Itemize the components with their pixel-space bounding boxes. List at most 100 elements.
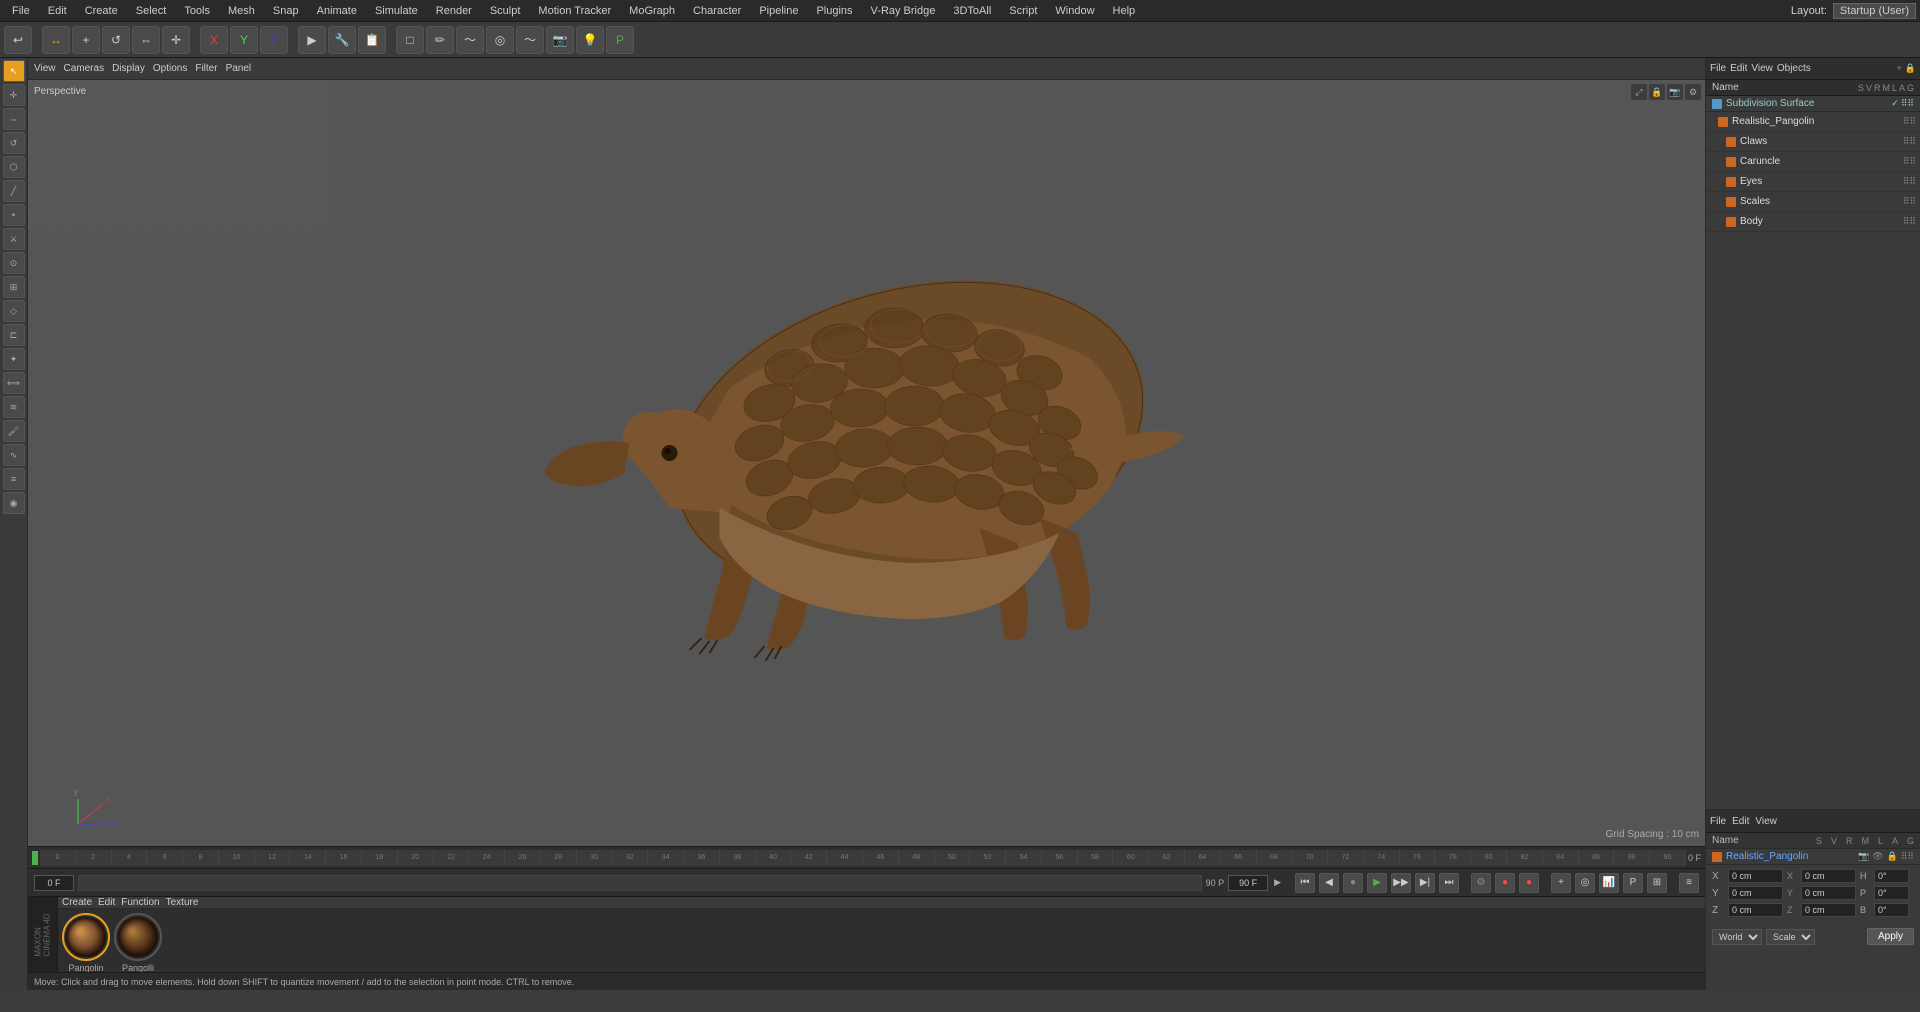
current-frame-input[interactable]	[34, 875, 74, 891]
python-btn[interactable]: P	[606, 26, 634, 54]
menu-motion-tracker[interactable]: Motion Tracker	[530, 3, 619, 19]
material-item-1[interactable]: Pangolli	[114, 913, 162, 973]
menu-character[interactable]: Character	[685, 3, 749, 19]
scale-btn[interactable]: ⇔	[132, 26, 160, 54]
object-row-subdiv[interactable]: Subdivision Surface ✓ ⠿⠿	[1706, 96, 1920, 112]
spline-btn[interactable]: 〜	[456, 26, 484, 54]
viewport-3d[interactable]: Perspective ⤢ 🔒 📷 ⚙ Grid Spacing : 10 cm…	[28, 80, 1705, 846]
menu-help[interactable]: Help	[1105, 3, 1144, 19]
render-queue-btn[interactable]: 📋	[358, 26, 386, 54]
deform-btn[interactable]: 〜	[516, 26, 544, 54]
apply-button[interactable]: Apply	[1867, 928, 1914, 945]
vp-tb-view[interactable]: View	[34, 63, 56, 74]
prev-frame-btn[interactable]: ◀	[1319, 873, 1339, 893]
rp-btn-plus[interactable]: +	[1897, 63, 1902, 74]
material-item-0[interactable]: Pangolin	[62, 913, 110, 973]
tool-layers[interactable]: ≡	[3, 468, 25, 490]
attributes-selected-row[interactable]: Realistic_Pangolin 📷 👁 🔒 ⠿⠿	[1706, 849, 1920, 865]
vp-icon-lock[interactable]: 🔒	[1649, 84, 1665, 100]
light-btn[interactable]: 💡	[576, 26, 604, 54]
frame2-input[interactable]	[1228, 875, 1268, 891]
tr-b-val[interactable]	[1874, 903, 1909, 917]
material-thumb-0[interactable]	[62, 913, 110, 961]
menu-pipeline[interactable]: Pipeline	[751, 3, 806, 19]
tool-point[interactable]: •	[3, 204, 25, 226]
mat-function[interactable]: Function	[121, 897, 159, 908]
grid-btn[interactable]: ⊞	[1647, 873, 1667, 893]
object-row-caruncle[interactable]: Caruncle ⠿⠿	[1706, 152, 1920, 172]
menu-edit[interactable]: Edit	[40, 3, 75, 19]
menu-plugins[interactable]: Plugins	[808, 3, 860, 19]
render-settings-btn[interactable]: 🔧	[328, 26, 356, 54]
go-start-btn[interactable]: ⏮	[1295, 873, 1315, 893]
timeline-track[interactable]: 0 2 4 6 8 10 12 14 16 18 20 22 24 26 28 …	[40, 850, 1686, 866]
vp-icon-settings[interactable]: ⚙	[1685, 84, 1701, 100]
rp-btn-lock[interactable]: 🔒	[1905, 63, 1916, 74]
tr-p-val[interactable]	[1874, 886, 1909, 900]
layout-profile[interactable]: Startup (User)	[1833, 3, 1916, 19]
rp-view[interactable]: View	[1751, 63, 1773, 74]
menu-animate[interactable]: Animate	[309, 3, 365, 19]
rp-file[interactable]: File	[1710, 63, 1726, 74]
frame-bar[interactable]	[78, 875, 1202, 891]
tool-edge[interactable]: ╱	[3, 180, 25, 202]
menu-file[interactable]: File	[4, 3, 38, 19]
select-btn[interactable]: +	[72, 26, 100, 54]
x-axis-btn[interactable]: X	[200, 26, 228, 54]
object-row-pangolin[interactable]: Realistic_Pangolin ⠿⠿	[1706, 112, 1920, 132]
menu-simulate[interactable]: Simulate	[367, 3, 426, 19]
transform-btn[interactable]: ✛	[162, 26, 190, 54]
vp-tb-display[interactable]: Display	[112, 63, 145, 74]
timeline-btn[interactable]: +	[1551, 873, 1571, 893]
rp-edit[interactable]: Edit	[1730, 63, 1747, 74]
tool-rotate[interactable]: ↺	[3, 132, 25, 154]
vp-tb-options[interactable]: Options	[153, 63, 187, 74]
menu-vray[interactable]: V-Ray Bridge	[863, 3, 944, 19]
tool-mirror[interactable]: ⟺	[3, 372, 25, 394]
tool-bridge[interactable]: ⊏	[3, 324, 25, 346]
mat-edit[interactable]: Edit	[98, 897, 115, 908]
y-axis-btn[interactable]: Y	[230, 26, 258, 54]
tr-z-pos[interactable]	[1728, 903, 1783, 917]
z-axis-btn[interactable]: Z	[260, 26, 288, 54]
attr-icon-cam[interactable]: 📷	[1858, 851, 1869, 862]
tool-select[interactable]: ↖	[3, 60, 25, 82]
vp-tb-panel[interactable]: Panel	[226, 63, 252, 74]
object-row-eyes[interactable]: Eyes ⠿⠿	[1706, 172, 1920, 192]
tr-x-pos[interactable]	[1728, 869, 1783, 883]
tool-magnet[interactable]: ✦	[3, 348, 25, 370]
tool-poly[interactable]: ⬡	[3, 156, 25, 178]
attr-icon-eye[interactable]: 👁	[1872, 851, 1883, 862]
menu-snap[interactable]: Snap	[265, 3, 307, 19]
play-btn[interactable]: ▶	[1367, 873, 1387, 893]
tool-bevel[interactable]: ◇	[3, 300, 25, 322]
pb-extra2[interactable]: ●	[1495, 873, 1515, 893]
nurbs-btn[interactable]: ◎	[486, 26, 514, 54]
rp-objects[interactable]: Objects	[1777, 63, 1811, 74]
attr-view[interactable]: View	[1755, 816, 1777, 827]
attr-file[interactable]: File	[1710, 816, 1726, 827]
transform-mode-select[interactable]: Scale	[1766, 929, 1815, 945]
tr-h-val[interactable]	[1874, 869, 1909, 883]
menu-window[interactable]: Window	[1047, 3, 1102, 19]
subdiv-check[interactable]: ✓	[1891, 98, 1899, 109]
render-view-btn[interactable]: ▶	[298, 26, 326, 54]
anim-btn[interactable]: 📊	[1599, 873, 1619, 893]
attr-edit[interactable]: Edit	[1732, 816, 1749, 827]
move-tool-btn[interactable]: ↔	[42, 26, 70, 54]
timeline[interactable]: 0 2 4 6 8 10 12 14 16 18 20 22 24 26 28 …	[28, 846, 1705, 868]
menu-mograph[interactable]: MoGraph	[621, 3, 683, 19]
vp-icon-expand[interactable]: ⤢	[1631, 84, 1647, 100]
menu-sculpt[interactable]: Sculpt	[482, 3, 529, 19]
tool-paint[interactable]: 🖌	[3, 420, 25, 442]
menu-3dtoall[interactable]: 3DToAll	[945, 3, 999, 19]
pb-list-btn[interactable]: ≡	[1679, 873, 1699, 893]
material-thumb-1[interactable]	[114, 913, 162, 961]
tool-move[interactable]: ✛	[3, 84, 25, 106]
tool-sculpt[interactable]: ∿	[3, 444, 25, 466]
play-rev-btn[interactable]: ▶▶	[1391, 873, 1411, 893]
object-row-claws[interactable]: Claws ⠿⠿	[1706, 132, 1920, 152]
tr-z-rot[interactable]	[1801, 903, 1856, 917]
menu-mesh[interactable]: Mesh	[220, 3, 263, 19]
go-end-btn[interactable]: ⏭	[1439, 873, 1459, 893]
